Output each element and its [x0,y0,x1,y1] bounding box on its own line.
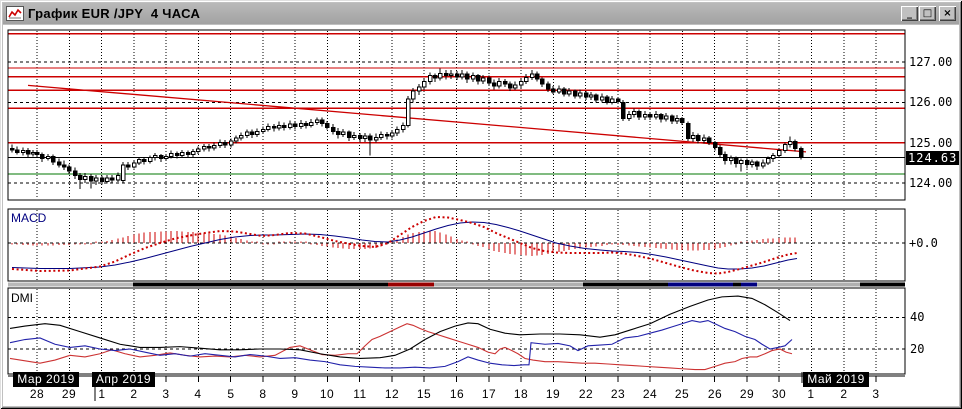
dmi-panel-label: DMI [11,291,33,305]
date-label: 2 [829,387,859,401]
date-label: 5 [216,387,246,401]
date-label: 1 [796,387,826,401]
current-price-badge: 124.63 [906,151,959,165]
date-label: 19 [538,387,568,401]
date-label: 15 [409,387,439,401]
date-label: 26 [700,387,730,401]
macd-zero-label: +0.0 [909,236,938,250]
titlebar[interactable]: График EUR /JPY 4 ЧАСА _ □ × [3,3,959,24]
date-label: 23 [603,387,633,401]
chart-app-icon [6,6,24,21]
dmi-axis-label: 40 [910,310,924,324]
date-label: 24 [635,387,665,401]
chart-canvas[interactable] [0,0,962,409]
date-label: 17 [474,387,504,401]
macd-panel-label: MACD [11,211,46,225]
date-label: 4 [183,387,213,401]
date-label: 22 [571,387,601,401]
date-label: 1 [87,387,117,401]
window-title: График EUR /JPY 4 ЧАСА [28,6,200,21]
date-label: 9 [280,387,310,401]
minimize-button[interactable]: _ [901,6,918,21]
price-axis-label: 124.00 [909,176,952,190]
date-label: 2 [119,387,149,401]
price-axis-label: 125.00 [909,136,952,150]
date-label: 12 [377,387,407,401]
date-label: 29 [732,387,762,401]
app-window: График EUR /JPY 4 ЧАСА _ □ × MACD DMI +0… [0,0,962,409]
date-label: 3 [861,387,891,401]
month-badge: Апр 2019 [92,372,155,387]
date-label: 10 [312,387,342,401]
maximize-button[interactable]: □ [919,6,936,21]
date-label: 25 [667,387,697,401]
date-label: 3 [151,387,181,401]
dmi-axis-label: 20 [910,342,924,356]
date-label: 28 [22,387,52,401]
month-badge: Мар 2019 [13,372,79,387]
close-button[interactable]: × [939,6,956,21]
date-label: 16 [442,387,472,401]
price-axis-label: 126.00 [909,95,952,109]
window-controls: _ □ × [900,6,956,21]
date-label: 11 [345,387,375,401]
date-label: 30 [764,387,794,401]
date-label: 8 [248,387,278,401]
month-badge: Май 2019 [803,372,869,387]
date-label: 18 [506,387,536,401]
price-axis-label: 127.00 [909,55,952,69]
date-label: 29 [54,387,84,401]
